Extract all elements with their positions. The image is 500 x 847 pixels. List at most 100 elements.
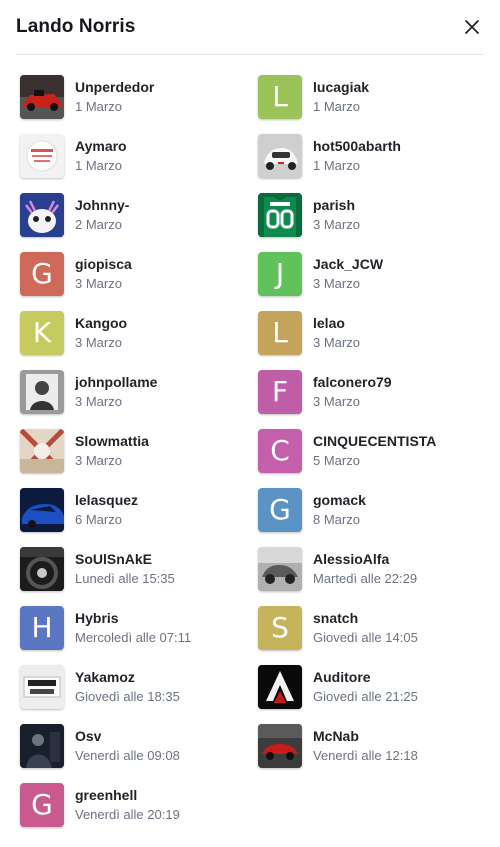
user-name[interactable]: lelasquez xyxy=(75,491,138,509)
like-date: 3 Marzo xyxy=(313,276,360,291)
portrait-bw-photo[interactable] xyxy=(20,370,64,414)
avatar[interactable]: G xyxy=(20,252,64,296)
user-meta: johnpollame 3 Marzo xyxy=(75,370,157,411)
avatar[interactable]: S xyxy=(258,606,302,650)
blue-car-photo[interactable] xyxy=(20,488,64,532)
avatar[interactable]: J xyxy=(258,252,302,296)
user-name[interactable]: giopisca xyxy=(75,255,132,273)
like-date: Giovedì alle 21:25 xyxy=(313,689,418,704)
like-date: 3 Marzo xyxy=(75,335,122,350)
red-car-photo[interactable] xyxy=(258,724,302,768)
avatar[interactable]: L xyxy=(258,75,302,119)
user-list-item[interactable]: hot500abarth 1 Marzo xyxy=(258,134,490,193)
user-name[interactable]: Unperdedor xyxy=(75,78,154,96)
user-meta: SoUlSnAkE Lunedì alle 15:35 xyxy=(75,547,175,588)
white-car-photo[interactable] xyxy=(258,134,302,178)
user-list-item[interactable]: C CINQUECENTISTA 5 Marzo xyxy=(258,429,490,488)
user-list-item[interactable]: Llelao 3 Marzo xyxy=(258,311,490,370)
axolotl-photo[interactable] xyxy=(20,193,64,237)
user-list-item[interactable]: SoUlSnAkE Lunedì alle 15:35 xyxy=(20,547,258,606)
white-car-photo xyxy=(258,134,302,178)
user-name[interactable]: Yakamoz xyxy=(75,668,180,686)
steering-wheel-photo[interactable] xyxy=(20,547,64,591)
user-meta: Yakamoz Giovedì alle 18:35 xyxy=(75,665,180,706)
vintage-car-photo[interactable] xyxy=(258,547,302,591)
avatar[interactable]: L xyxy=(258,311,302,355)
avatar[interactable]: C xyxy=(258,429,302,473)
user-list-item[interactable]: Osv Venerdì alle 09:08 xyxy=(20,724,258,783)
assassin-logo[interactable] xyxy=(258,665,302,709)
user-name[interactable]: Aymaro xyxy=(75,137,127,155)
user-name[interactable]: snatch xyxy=(313,609,418,627)
user-list-item[interactable]: Unperdedor 1 Marzo xyxy=(20,75,258,134)
user-meta: lucagiak 1 Marzo xyxy=(313,75,369,116)
user-name[interactable]: lucagiak xyxy=(313,78,369,96)
like-date: 5 Marzo xyxy=(313,453,360,468)
assassin-logo xyxy=(258,665,302,709)
user-list-item[interactable]: johnpollame 3 Marzo xyxy=(20,370,258,429)
avatar-letter: J xyxy=(275,257,285,290)
user-name[interactable]: falconero79 xyxy=(313,373,392,391)
user-name[interactable]: Osv xyxy=(75,727,180,745)
abstract-photo[interactable] xyxy=(20,429,64,473)
dark-figure-photo[interactable] xyxy=(20,724,64,768)
race-car-photo[interactable] xyxy=(20,75,64,119)
avatar[interactable]: G xyxy=(20,783,64,827)
user-name[interactable]: gomack xyxy=(313,491,366,509)
user-list-item[interactable]: J Jack_JCW 3 Marzo xyxy=(258,252,490,311)
avatar[interactable]: G xyxy=(258,488,302,532)
user-name[interactable]: Slowmattia xyxy=(75,432,149,450)
like-date: 1 Marzo xyxy=(75,158,122,173)
user-list-item[interactable]: Ssnatch Giovedì alle 14:05 xyxy=(258,606,490,665)
user-name[interactable]: Jack_JCW xyxy=(313,255,383,273)
user-list-item[interactable]: lelasquez 6 Marzo xyxy=(20,488,258,547)
like-date: 3 Marzo xyxy=(75,453,122,468)
user-name[interactable]: johnpollame xyxy=(75,373,157,391)
default-profile-image[interactable] xyxy=(20,134,64,178)
user-meta: Osv Venerdì alle 09:08 xyxy=(75,724,180,765)
user-list: Unperdedor 1 Marzo Llucagiak 1 Marzo Aymaro 1… xyxy=(20,75,490,842)
user-list-item[interactable]: K Kangoo 3 Marzo xyxy=(20,311,258,370)
likes-dialog: Lando Norris Unperdedor 1 Marzo Llucagiak 1… xyxy=(0,0,500,847)
user-meta: AlessioAlfa Martedì alle 22:29 xyxy=(313,547,417,588)
user-list-item[interactable]: Aymaro 1 Marzo xyxy=(20,134,258,193)
user-list-item[interactable]: Llucagiak 1 Marzo xyxy=(258,75,490,134)
user-list-item[interactable]: Ggomack 8 Marzo xyxy=(258,488,490,547)
user-name[interactable]: Auditore xyxy=(313,668,418,686)
user-name[interactable]: Kangoo xyxy=(75,314,127,332)
user-name[interactable]: CINQUECENTISTA xyxy=(313,432,436,450)
avatar[interactable]: K xyxy=(20,311,64,355)
avatar[interactable]: F xyxy=(258,370,302,414)
dialog-title: Lando Norris xyxy=(16,16,136,37)
user-list-item[interactable]: Johnny- 2 Marzo xyxy=(20,193,258,252)
user-list-item[interactable]: Yakamoz Giovedì alle 18:35 xyxy=(20,665,258,724)
user-list-item[interactable]: Ggiopisca 3 Marzo xyxy=(20,252,258,311)
user-meta: Unperdedor 1 Marzo xyxy=(75,75,154,116)
user-name[interactable]: McNab xyxy=(313,727,418,745)
user-list-item[interactable]: AlessioAlfa Martedì alle 22:29 xyxy=(258,547,490,606)
dark-figure-photo xyxy=(20,724,64,768)
user-name[interactable]: SoUlSnAkE xyxy=(75,550,175,568)
user-name[interactable]: greenhell xyxy=(75,786,180,804)
user-name[interactable]: hot500abarth xyxy=(313,137,401,155)
avatar[interactable]: H xyxy=(20,606,64,650)
user-meta: lelasquez 6 Marzo xyxy=(75,488,138,529)
user-list-item[interactable]: Ffalconero79 3 Marzo xyxy=(258,370,490,429)
like-date: 1 Marzo xyxy=(313,99,360,114)
user-name[interactable]: lelao xyxy=(313,314,360,332)
user-name[interactable]: Hybris xyxy=(75,609,191,627)
close-button[interactable] xyxy=(460,15,484,39)
user-name[interactable]: parish xyxy=(313,196,360,214)
close-icon xyxy=(465,20,479,34)
user-name[interactable]: Johnny- xyxy=(75,196,129,214)
user-list-item[interactable]: Ggreenhell Venerdì alle 20:19 xyxy=(20,783,258,842)
user-name[interactable]: AlessioAlfa xyxy=(313,550,417,568)
jersey-00-photo[interactable] xyxy=(258,193,302,237)
user-meta: Jack_JCW 3 Marzo xyxy=(313,252,383,293)
user-list-item[interactable]: McNab Venerdì alle 12:18 xyxy=(258,724,490,783)
user-list-item[interactable]: H Hybris Mercoledì alle 07:11 xyxy=(20,606,258,665)
car-star-logo[interactable] xyxy=(20,665,64,709)
user-list-item[interactable]: parish 3 Marzo xyxy=(258,193,490,252)
user-list-item[interactable]: Auditore Giovedì alle 21:25 xyxy=(258,665,490,724)
user-list-item[interactable]: Slowmattia 3 Marzo xyxy=(20,429,258,488)
